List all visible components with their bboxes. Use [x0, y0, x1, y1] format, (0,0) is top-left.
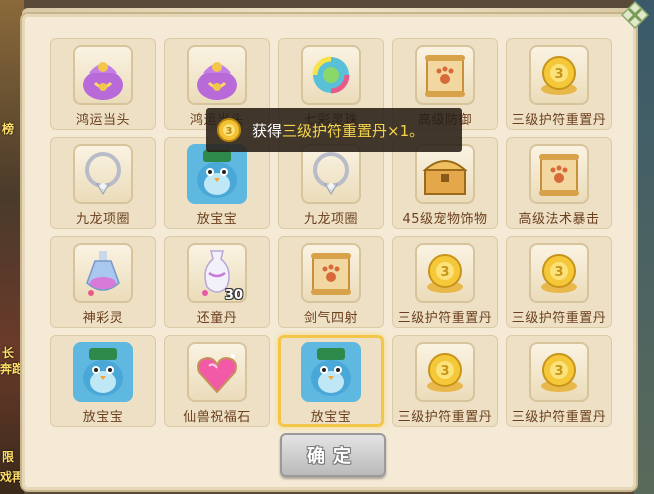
reward-item-slot[interactable]: 高级法术暴击	[506, 137, 612, 229]
item-label: 神彩灵	[82, 311, 124, 326]
background-text: 长	[2, 346, 15, 360]
background-text: 榜	[2, 122, 15, 136]
reward-item-slot[interactable]: 3 三级护符重置丹	[506, 38, 612, 130]
bird-pet-icon	[187, 144, 247, 204]
reward-item-slot[interactable]: 鸿运当头	[50, 38, 156, 130]
reward-item-slot[interactable]: 放宝宝	[278, 335, 384, 427]
reward-item-slot[interactable]: 放宝宝	[50, 335, 156, 427]
gold-coin-icon: 3	[541, 353, 577, 392]
item-label: 仙兽祝福石	[183, 410, 251, 425]
toast-suffix: ×1。	[387, 121, 425, 140]
toast-item-name: 三级护符重置丹	[282, 121, 388, 140]
item-quantity: 30	[224, 288, 243, 303]
reward-item-slot[interactable]: 神彩灵	[50, 236, 156, 328]
svg-text:3: 3	[554, 265, 563, 280]
gold-coin-icon: 3	[541, 254, 577, 293]
item-icon-frame	[73, 144, 133, 204]
gold-coin-icon: 3	[427, 254, 463, 293]
item-icon-frame	[301, 342, 361, 402]
svg-text:3: 3	[440, 364, 449, 379]
bird-pet-icon	[301, 342, 361, 402]
svg-text:3: 3	[554, 67, 563, 82]
gold-coin-icon: 3	[217, 118, 241, 142]
item-label: 放宝宝	[310, 410, 352, 425]
item-label: 九龙项圈	[303, 212, 358, 227]
item-label: 放宝宝	[196, 212, 238, 227]
reward-item-slot[interactable]: 30 还童丹	[164, 236, 270, 328]
item-label: 放宝宝	[82, 410, 124, 425]
item-label: 还童丹	[196, 311, 238, 326]
lucky-bag-icon	[197, 62, 237, 100]
item-icon-frame: 3	[529, 342, 589, 402]
heart-gem-icon	[197, 354, 237, 394]
item-label: 三级护符重置丹	[511, 311, 607, 326]
gold-coin-icon: 3	[541, 56, 577, 95]
item-icon-frame	[415, 144, 475, 204]
potion-bottle-icon	[86, 251, 120, 296]
lucky-bag-icon	[83, 62, 123, 100]
item-label: 三级护符重置丹	[511, 410, 607, 425]
svg-text:3: 3	[226, 126, 233, 137]
bird-pet-icon	[73, 342, 133, 402]
item-icon-frame	[73, 243, 133, 303]
svg-text:3: 3	[440, 265, 449, 280]
item-icon-frame: 3	[415, 342, 475, 402]
item-icon-frame: 3	[415, 243, 475, 303]
item-label: 鸿运当头	[75, 113, 130, 128]
close-button[interactable]	[618, 0, 652, 30]
necklace-icon	[85, 152, 121, 195]
item-label: 剑气四射	[303, 311, 358, 326]
item-label: 九龙项圈	[75, 212, 130, 227]
item-icon-frame: 30	[187, 243, 247, 303]
item-icon-frame	[187, 45, 247, 105]
reward-item-slot[interactable]: 3 三级护符重置丹	[392, 236, 498, 328]
background-left	[0, 0, 24, 494]
item-icon-frame	[73, 45, 133, 105]
reward-item-slot[interactable]: 3 三级护符重置丹	[506, 335, 612, 427]
reward-item-slot[interactable]: 3 三级护符重置丹	[506, 236, 612, 328]
item-icon-frame	[301, 45, 361, 105]
close-icon	[620, 0, 650, 30]
reward-item-slot[interactable]: 九龙项圈	[50, 137, 156, 229]
item-icon-frame	[187, 342, 247, 402]
item-icon-frame	[301, 144, 361, 204]
rainbow-orb-icon	[312, 56, 350, 94]
paw-scroll-icon	[539, 154, 579, 196]
reward-item-slot[interactable]: 仙兽祝福石	[164, 335, 270, 427]
item-label: 三级护符重置丹	[397, 311, 493, 326]
item-icon-frame	[73, 342, 133, 402]
reward-toast: 3 获得三级护符重置丹×1。	[206, 108, 462, 152]
background-text: 戏再	[0, 470, 25, 484]
paw-scroll-icon	[311, 253, 351, 295]
svg-text:3: 3	[554, 364, 563, 379]
background-text: 限	[2, 450, 15, 464]
toast-prefix: 获得	[252, 121, 283, 140]
item-icon-frame: 3	[529, 45, 589, 105]
background-right	[634, 0, 654, 494]
background-text: 奔跑	[0, 362, 25, 376]
toast-message: 获得三级护符重置丹×1。	[252, 120, 424, 141]
confirm-button[interactable]: 确定	[280, 433, 386, 477]
paw-scroll-icon	[425, 55, 465, 97]
item-label: 三级护符重置丹	[511, 113, 607, 128]
item-label: 45级宠物饰物	[402, 212, 488, 227]
item-label: 三级护符重置丹	[397, 410, 493, 425]
item-icon-frame	[187, 144, 247, 204]
reward-item-slot[interactable]: 剑气四射	[278, 236, 384, 328]
treasure-chest-icon	[422, 160, 468, 195]
reward-item-slot[interactable]: 3 三级护符重置丹	[392, 335, 498, 427]
item-icon-frame	[301, 243, 361, 303]
item-icon-frame	[529, 144, 589, 204]
necklace-icon	[313, 152, 349, 195]
item-icon-frame: 3	[529, 243, 589, 303]
item-label: 高级法术暴击	[518, 212, 600, 227]
gold-coin-icon: 3	[427, 353, 463, 392]
item-icon-frame	[415, 45, 475, 105]
